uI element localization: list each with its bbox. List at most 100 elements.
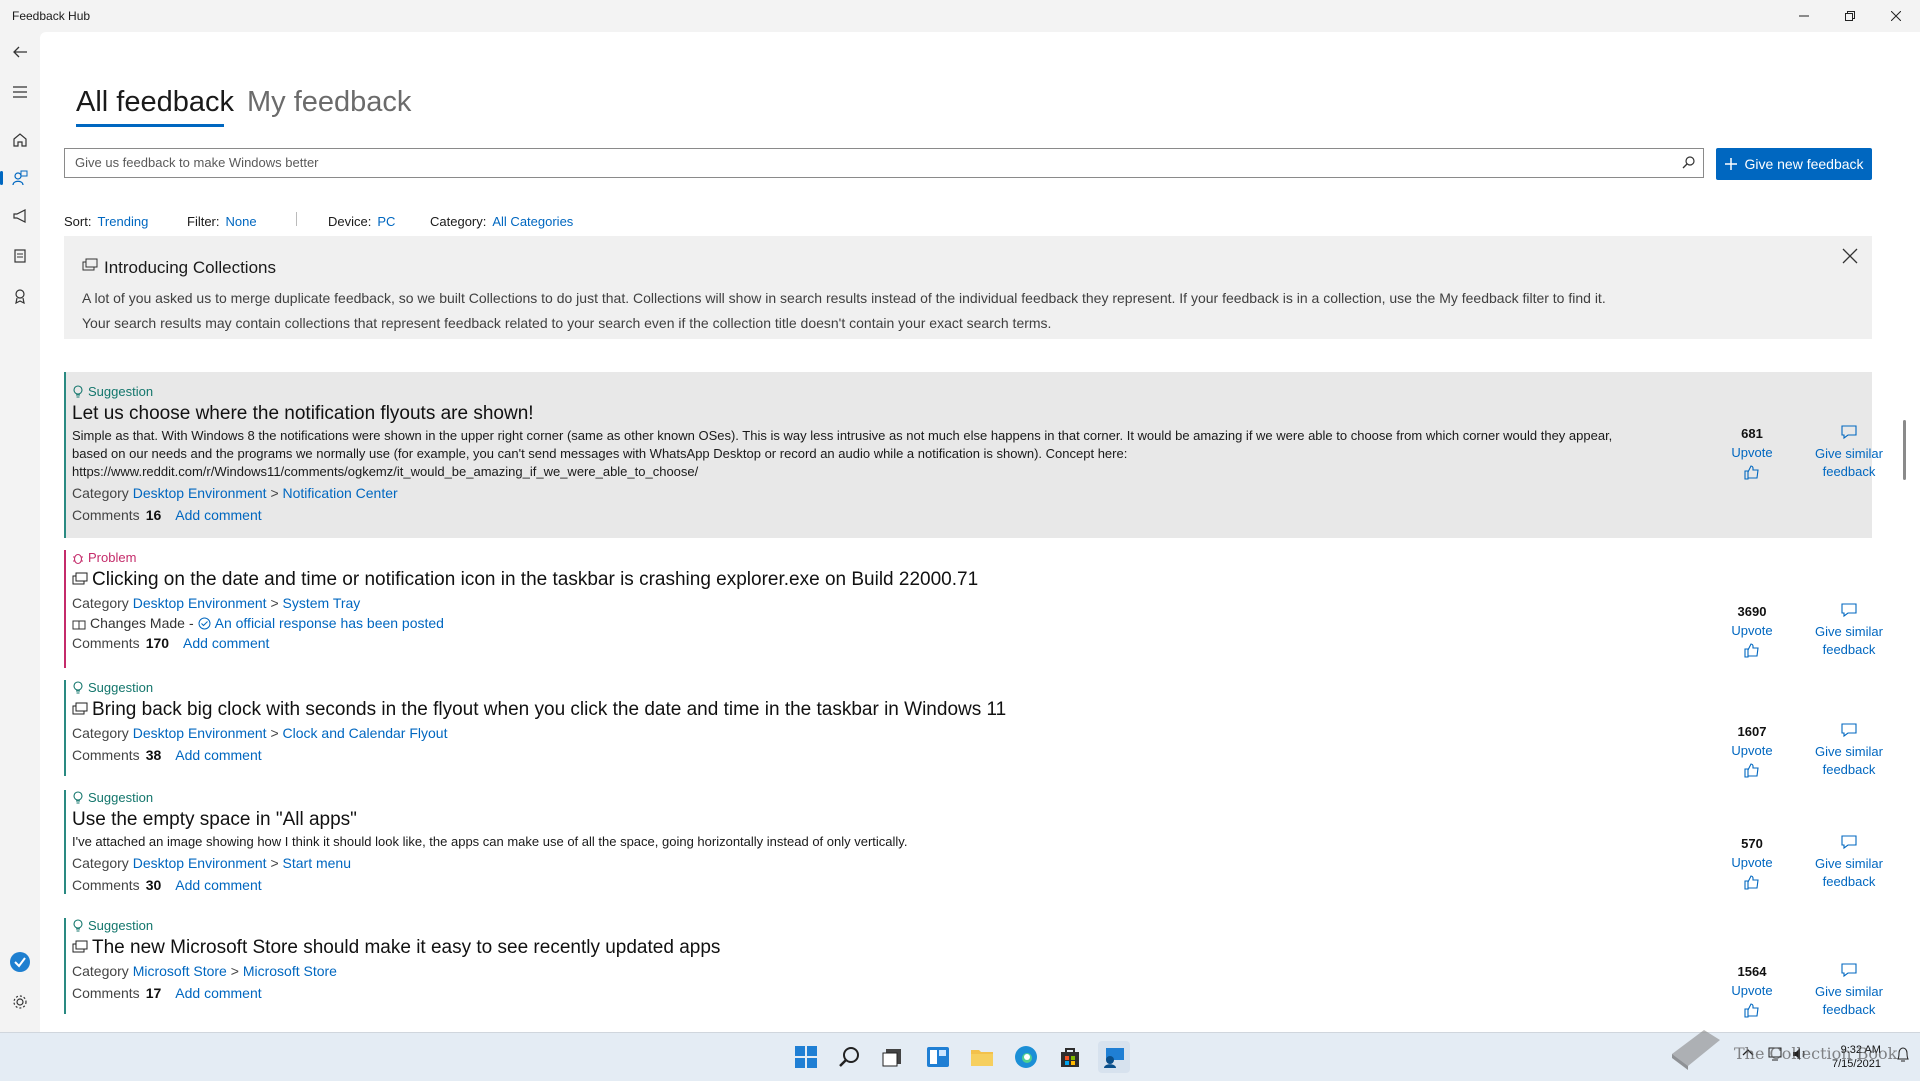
- vote-block: 1607 Upvote: [1722, 724, 1782, 783]
- item-title-text[interactable]: Clicking on the date and time or notific…: [92, 569, 978, 591]
- watermark: The Collection Book: [1668, 1024, 1908, 1080]
- item-title[interactable]: Let us choose where the notification fly…: [72, 403, 1632, 425]
- add-comment-link[interactable]: Add comment: [175, 747, 261, 763]
- give-similar-label[interactable]: Give similar feedback: [1804, 743, 1894, 779]
- feedback-item[interactable]: Problem Clicking on the date and time or…: [64, 550, 1883, 690]
- sort-control[interactable]: Sort: Trending: [64, 214, 148, 229]
- restore-button[interactable]: [1827, 0, 1873, 32]
- give-similar-button[interactable]: Give similar feedback: [1804, 962, 1894, 1019]
- upvote-label[interactable]: Upvote: [1722, 743, 1782, 758]
- give-similar-label[interactable]: Give similar feedback: [1804, 445, 1894, 481]
- list-scrollbar[interactable]: [1903, 420, 1906, 480]
- feedback-item[interactable]: Suggestion Let us choose where the notif…: [64, 372, 1883, 538]
- category-link[interactable]: Desktop Environment: [133, 485, 267, 501]
- sort-value[interactable]: Trending: [97, 214, 148, 229]
- item-title[interactable]: Clicking on the date and time or notific…: [72, 569, 1632, 591]
- official-response-link[interactable]: An official response has been posted: [215, 615, 444, 631]
- item-type-label: Suggestion: [88, 918, 154, 933]
- add-comment-link[interactable]: Add comment: [175, 985, 261, 1001]
- insider-button[interactable]: [4, 946, 36, 978]
- give-similar-label[interactable]: Give similar feedback: [1804, 855, 1894, 891]
- add-comment-link[interactable]: Add comment: [183, 635, 269, 651]
- give-similar-label[interactable]: Give similar feedback: [1804, 983, 1894, 1019]
- give-similar-button[interactable]: Give similar feedback: [1804, 834, 1894, 891]
- speech-bubble-icon: [1841, 603, 1857, 618]
- tab-my-feedback[interactable]: My feedback: [247, 86, 411, 119]
- edge-button[interactable]: [1010, 1041, 1042, 1073]
- subcategory-link[interactable]: Start menu: [283, 855, 351, 871]
- item-title[interactable]: The new Microsoft Store should make it e…: [72, 937, 1632, 959]
- banner-close-button[interactable]: [1842, 248, 1858, 269]
- speech-bubble-icon: [1841, 723, 1857, 738]
- category-link[interactable]: Microsoft Store: [133, 963, 227, 979]
- subcategory-link[interactable]: Notification Center: [283, 485, 398, 501]
- filter-control[interactable]: Filter: None: [187, 214, 257, 229]
- category-control[interactable]: Category: All Categories: [430, 214, 573, 229]
- item-title[interactable]: Bring back big clock with seconds in the…: [72, 699, 1632, 721]
- task-view-button[interactable]: [876, 1041, 908, 1073]
- gear-icon: [13, 995, 27, 1009]
- nav-home[interactable]: [4, 124, 36, 156]
- item-title-text[interactable]: Let us choose where the notification fly…: [72, 403, 534, 425]
- minimize-button[interactable]: [1781, 0, 1827, 32]
- upvote-label[interactable]: Upvote: [1722, 623, 1782, 638]
- nav-announcements[interactable]: [4, 200, 36, 232]
- nav-quests[interactable]: [4, 240, 36, 272]
- lightbulb-icon: [73, 918, 83, 931]
- feedback-item[interactable]: Suggestion The new Microsoft Store shoul…: [64, 918, 1883, 1028]
- device-control[interactable]: Device: PC: [328, 214, 395, 229]
- device-value[interactable]: PC: [377, 214, 395, 229]
- upvote-button[interactable]: [1722, 642, 1782, 663]
- upvote-button[interactable]: [1722, 762, 1782, 783]
- filter-value[interactable]: None: [226, 214, 257, 229]
- feedback-item[interactable]: Suggestion Use the empty space in "All a…: [64, 790, 1883, 900]
- item-title-text[interactable]: Use the empty space in "All apps": [72, 809, 357, 831]
- upvote-label[interactable]: Upvote: [1722, 983, 1782, 998]
- file-explorer-button[interactable]: [966, 1041, 998, 1073]
- menu-button[interactable]: [4, 76, 36, 108]
- category-link[interactable]: Desktop Environment: [133, 725, 267, 741]
- give-new-feedback-button[interactable]: Give new feedback: [1716, 148, 1872, 180]
- give-similar-button[interactable]: Give similar feedback: [1804, 602, 1894, 659]
- widgets-button[interactable]: [922, 1041, 954, 1073]
- search-box[interactable]: [64, 148, 1704, 178]
- category-value[interactable]: All Categories: [492, 214, 573, 229]
- give-similar-button[interactable]: Give similar feedback: [1804, 424, 1894, 481]
- comments-count: 17: [145, 985, 162, 1001]
- add-comment-link[interactable]: Add comment: [175, 877, 261, 893]
- item-title-text[interactable]: The new Microsoft Store should make it e…: [92, 937, 720, 959]
- item-title-text[interactable]: Bring back big clock with seconds in the…: [92, 699, 1006, 721]
- add-comment-link[interactable]: Add comment: [175, 507, 261, 523]
- lightbulb-icon: [73, 680, 83, 693]
- search-input[interactable]: [65, 149, 1675, 175]
- start-button[interactable]: [790, 1041, 822, 1073]
- category-separator: >: [230, 963, 239, 979]
- give-similar-label[interactable]: Give similar feedback: [1804, 623, 1894, 659]
- nav-achievements[interactable]: [4, 280, 36, 312]
- upvote-button[interactable]: [1722, 1002, 1782, 1023]
- tab-all-feedback[interactable]: All feedback: [76, 86, 234, 119]
- feedback-hub-button[interactable]: [1098, 1041, 1130, 1073]
- comments-label: Comments: [72, 635, 140, 651]
- upvote-label[interactable]: Upvote: [1722, 445, 1782, 460]
- upvote-button[interactable]: [1722, 874, 1782, 895]
- subcategory-link[interactable]: System Tray: [283, 595, 361, 611]
- category-link[interactable]: Desktop Environment: [133, 595, 267, 611]
- upvote-label[interactable]: Upvote: [1722, 855, 1782, 870]
- store-button[interactable]: [1054, 1041, 1086, 1073]
- vote-count: 1564: [1737, 964, 1767, 979]
- category-link[interactable]: Desktop Environment: [133, 855, 267, 871]
- settings-button[interactable]: [4, 986, 36, 1018]
- upvote-button[interactable]: [1722, 464, 1782, 485]
- filter-label: Filter:: [187, 214, 220, 229]
- give-similar-button[interactable]: Give similar feedback: [1804, 722, 1894, 779]
- subcategory-link[interactable]: Microsoft Store: [243, 963, 337, 979]
- back-button[interactable]: [4, 36, 36, 68]
- feedback-item[interactable]: Suggestion Bring back big clock with sec…: [64, 680, 1883, 790]
- close-button[interactable]: [1873, 0, 1919, 32]
- taskbar-search-button[interactable]: [834, 1041, 866, 1073]
- check-circle-icon: [198, 617, 211, 629]
- nav-feedback[interactable]: [0, 162, 36, 194]
- subcategory-link[interactable]: Clock and Calendar Flyout: [283, 725, 448, 741]
- item-title[interactable]: Use the empty space in "All apps": [72, 809, 1632, 831]
